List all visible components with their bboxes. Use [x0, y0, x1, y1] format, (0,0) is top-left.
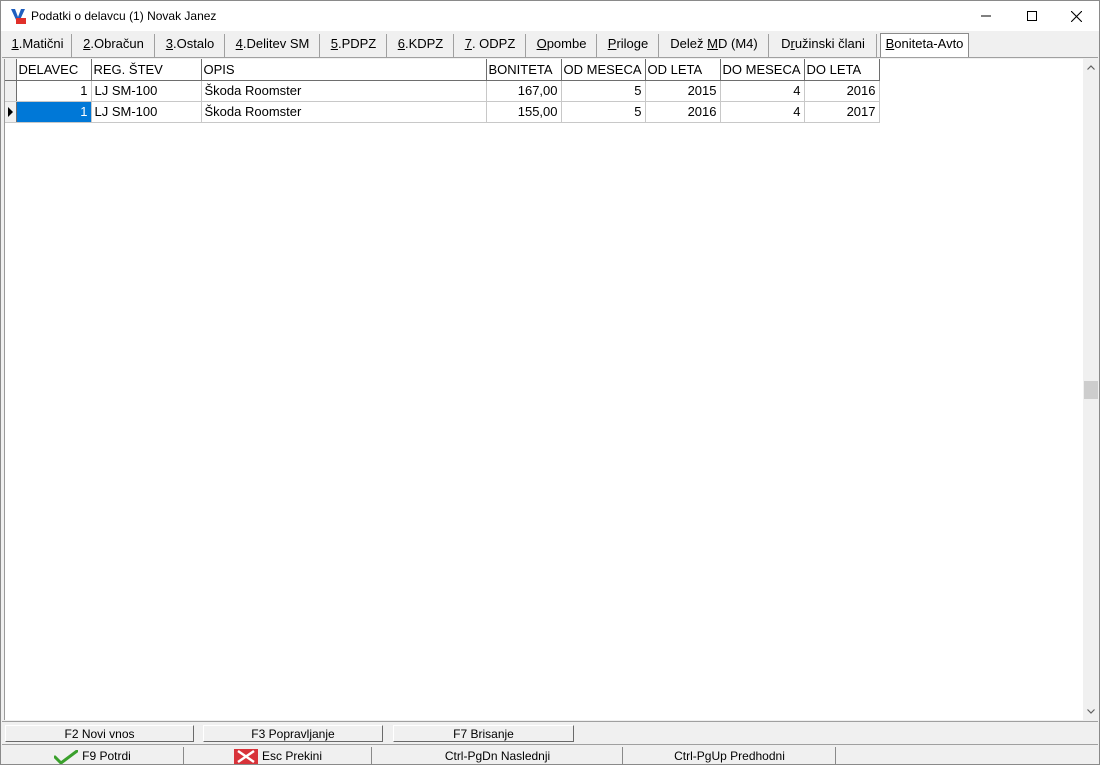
cell-opis[interactable]: Škoda Roomster: [201, 80, 487, 102]
tab-label: D (M4): [717, 36, 758, 51]
tab-kdpz[interactable]: 6.KDPZ: [388, 34, 454, 57]
cell-od-meseca[interactable]: 5: [561, 80, 646, 102]
cell-do-leta[interactable]: 2016: [804, 80, 880, 102]
checkmark-icon: [54, 749, 79, 764]
grid-header-row: DELAVEC REG. ŠTEV OPIS BONITETA OD MESEC…: [5, 59, 880, 81]
tab-druzinski-clani[interactable]: Družinski člani: [770, 34, 877, 57]
window-title: Podatki o delavcu (1) Novak Janez: [31, 9, 217, 23]
tab-pdpz[interactable]: 5.PDPZ: [321, 34, 387, 57]
maximize-button[interactable]: [1009, 1, 1055, 31]
current-row-arrow-icon: [8, 106, 13, 117]
cancel-label: Esc Prekini: [261, 749, 323, 763]
cell-delavec[interactable]: 1: [16, 80, 92, 102]
close-icon: [1070, 10, 1082, 22]
vertical-scrollbar[interactable]: [1083, 59, 1099, 720]
new-entry-button[interactable]: F2 Novi vnos: [5, 725, 194, 742]
tab-label: .Obračun: [90, 36, 144, 51]
tab-delez-md[interactable]: Delež MD (M4): [660, 34, 769, 57]
row-indicator-current[interactable]: [5, 101, 17, 123]
tab-odpz[interactable]: 7. ODPZ: [455, 34, 526, 57]
tab-label: oniteta-Avto: [894, 36, 964, 51]
tab-label: .PDPZ: [337, 36, 377, 51]
cell-boniteta[interactable]: 167,00: [486, 80, 562, 102]
next-record-button[interactable]: Ctrl-PgDn Naslednji: [373, 747, 623, 764]
tab-label: .Delitev SM: [242, 36, 310, 51]
next-record-label: Ctrl-PgDn Naslednji: [444, 749, 551, 763]
app-logo-icon: [10, 8, 26, 24]
cell-delavec-selected[interactable]: 1: [16, 101, 92, 123]
table-row-current[interactable]: 1 LJ SM-100 Škoda Roomster 155,00 5 2016…: [5, 101, 880, 123]
employee-data-window: Podatki o delavcu (1) Novak Janez 1.Mati…: [0, 0, 1100, 765]
scroll-thumb[interactable]: [1084, 381, 1098, 399]
confirm-button[interactable]: F9 Potrdi: [2, 747, 184, 764]
edit-toolbar: F2 Novi vnos F3 Popravljanje F7 Brisanje: [2, 721, 1098, 743]
title-bar[interactable]: Podatki o delavcu (1) Novak Janez: [1, 1, 1099, 31]
tab-label: riloge: [616, 36, 649, 51]
table-row[interactable]: 1 LJ SM-100 Škoda Roomster 167,00 5 2015…: [5, 80, 880, 102]
column-header-boniteta[interactable]: BONITETA: [486, 59, 562, 81]
tab-strip: 1.Matični 2.Obračun 3.Ostalo 4.Delitev S…: [2, 31, 1098, 58]
cancel-button[interactable]: Esc Prekini: [185, 747, 372, 764]
tab-label: .KDPZ: [404, 36, 444, 51]
tab-priloge[interactable]: Priloge: [598, 34, 659, 57]
grid-area: DELAVEC REG. ŠTEV OPIS BONITETA OD MESEC…: [4, 59, 1083, 720]
column-header-reg-stev[interactable]: REG. ŠTEV: [91, 59, 202, 81]
tab-maticni[interactable]: 1.Matični: [4, 34, 72, 57]
cell-do-meseca[interactable]: 4: [720, 101, 805, 123]
close-button[interactable]: [1053, 1, 1099, 31]
scroll-up-button[interactable]: [1083, 59, 1099, 76]
minimize-icon: [981, 15, 991, 17]
action-toolbar: F9 Potrdi Esc Prekini Ctrl-PgDn Naslednj…: [2, 744, 1098, 764]
tab-label: pombe: [546, 36, 587, 51]
tab-label-prefix: Delež: [670, 36, 708, 51]
tab-mnemonic: 6: [397, 36, 405, 51]
maximize-icon: [1027, 11, 1037, 21]
column-header-od-meseca[interactable]: OD MESECA: [561, 59, 646, 81]
cancel-x-icon: [233, 749, 258, 764]
previous-record-label: Ctrl-PgUp Predhodni: [674, 749, 785, 763]
tab-ostalo[interactable]: 3.Ostalo: [156, 34, 225, 57]
tab-mnemonic: O: [536, 36, 547, 51]
cell-do-leta[interactable]: 2017: [804, 101, 880, 123]
cell-od-leta[interactable]: 2015: [645, 80, 721, 102]
scroll-down-button[interactable]: [1083, 703, 1099, 720]
tab-boniteta-avto[interactable]: Boniteta-Avto: [880, 33, 969, 57]
cell-boniteta[interactable]: 155,00: [486, 101, 562, 123]
column-header-opis[interactable]: OPIS: [201, 59, 487, 81]
tab-mnemonic: 4: [235, 36, 243, 51]
tab-mnemonic: B: [885, 36, 895, 51]
tab-label: . ODPZ: [471, 36, 516, 51]
tab-label: .Matični: [18, 36, 64, 51]
boniteta-grid: DELAVEC REG. ŠTEV OPIS BONITETA OD MESEC…: [5, 59, 880, 123]
column-header-do-meseca[interactable]: DO MESECA: [720, 59, 805, 81]
tab-label: .Ostalo: [173, 36, 215, 51]
column-header-do-leta[interactable]: DO LETA: [804, 59, 880, 81]
cell-do-meseca[interactable]: 4: [720, 80, 805, 102]
chevron-up-icon: [1087, 65, 1095, 70]
delete-button[interactable]: F7 Brisanje: [393, 725, 574, 742]
confirm-label: F9 Potrdi: [82, 749, 131, 763]
row-indicator[interactable]: [5, 80, 17, 102]
edit-button[interactable]: F3 Popravljanje: [203, 725, 383, 742]
tab-obracun[interactable]: 2.Obračun: [73, 34, 155, 57]
tab-mnemonic: 5: [330, 36, 338, 51]
column-header-delavec[interactable]: DELAVEC: [16, 59, 92, 81]
column-header-od-leta[interactable]: OD LETA: [645, 59, 721, 81]
tab-opombe[interactable]: Opombe: [527, 34, 597, 57]
tab-mnemonic: 3: [165, 36, 174, 51]
cell-reg-stev[interactable]: LJ SM-100: [91, 101, 202, 123]
minimize-button[interactable]: [963, 1, 1009, 31]
tab-mnemonic: 1: [11, 36, 19, 51]
row-indicator-header: [5, 59, 17, 81]
previous-record-button[interactable]: Ctrl-PgUp Predhodni: [624, 747, 836, 764]
tab-label: užinski člani: [794, 36, 865, 51]
tab-mnemonic: M: [707, 36, 718, 51]
tab-mnemonic: 7: [464, 36, 472, 51]
cell-od-leta[interactable]: 2016: [645, 101, 721, 123]
tab-delitev-sm[interactable]: 4.Delitev SM: [226, 34, 320, 57]
chevron-down-icon: [1087, 709, 1095, 714]
cell-od-meseca[interactable]: 5: [561, 101, 646, 123]
cell-reg-stev[interactable]: LJ SM-100: [91, 80, 202, 102]
cell-opis[interactable]: Škoda Roomster: [201, 101, 487, 123]
